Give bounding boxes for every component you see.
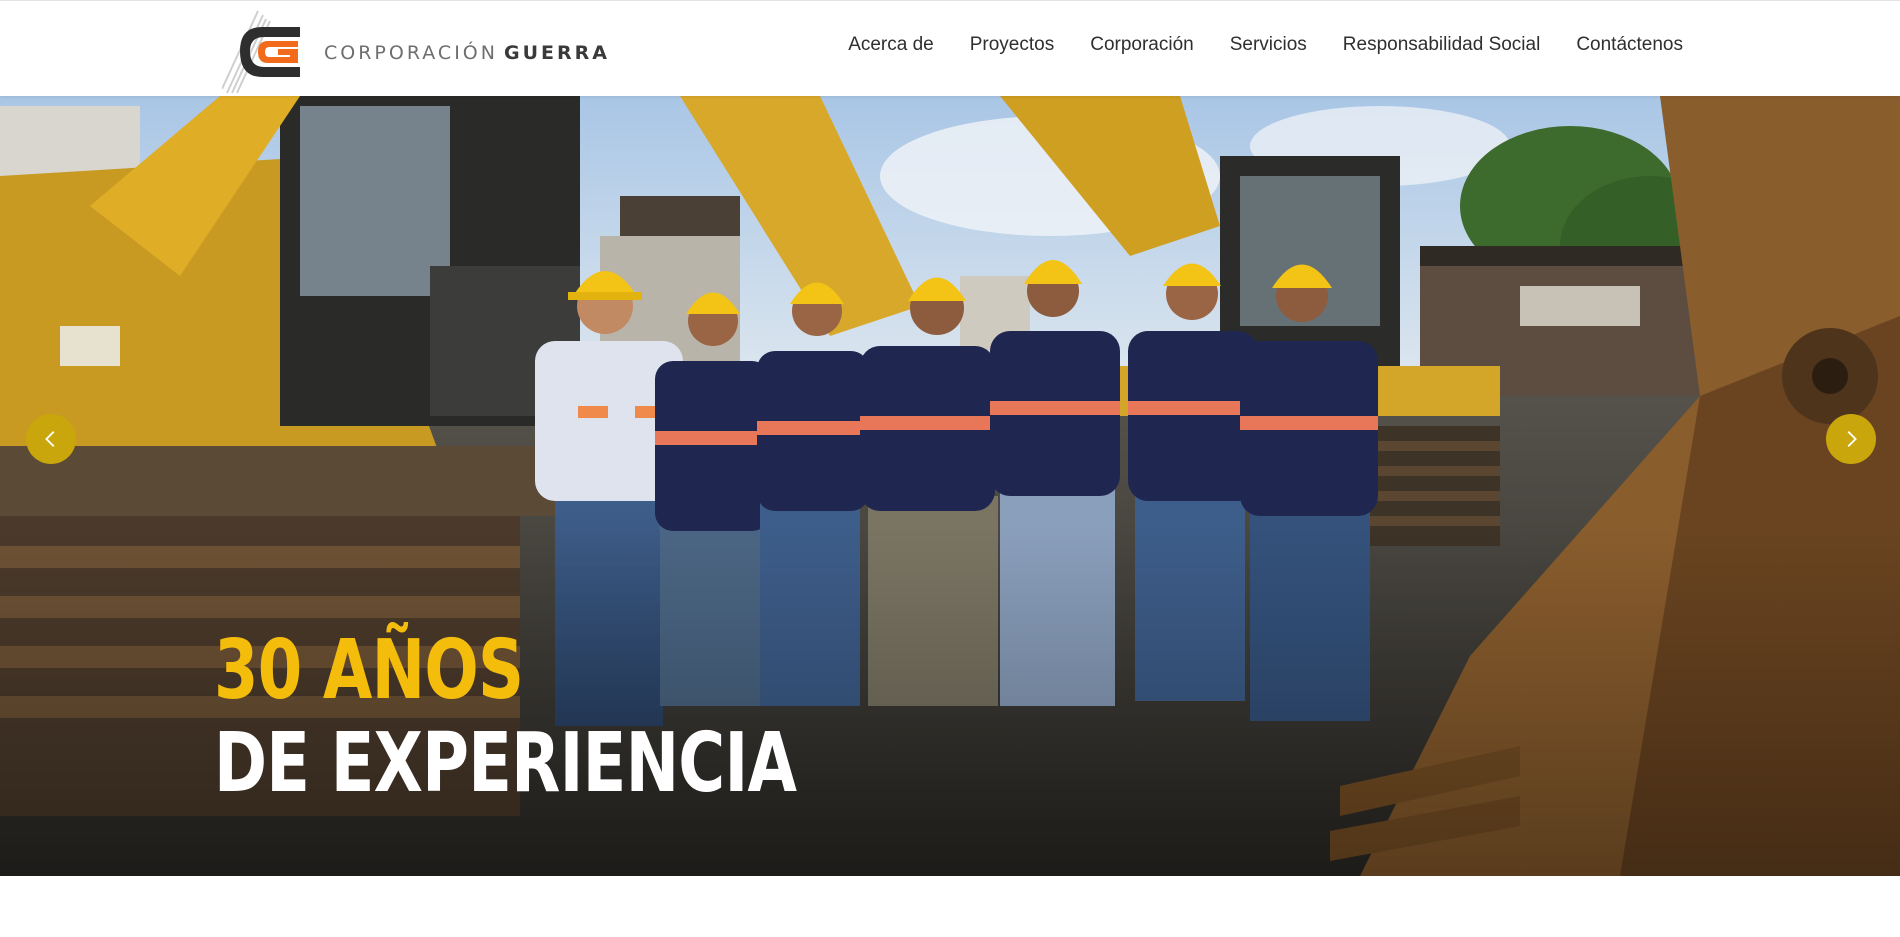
content-area [0,876,1900,937]
main-nav: Acerca de Proyectos Corporación Servicio… [812,1,1683,89]
brand-name: CORPORACIÓN GUERRA [324,38,610,64]
brand-logo-link[interactable]: CORPORACIÓN GUERRA [221,7,610,95]
nav-item-corporacion[interactable]: Corporación [1090,34,1194,56]
site-header: CORPORACIÓN GUERRA Acerca de Proyectos Co… [0,0,1900,96]
hero-slider: 30 AÑOS DE EXPERIENCIA [0,96,1900,876]
nav-item-contactenos[interactable]: Contáctenos [1576,34,1683,56]
nav-item-responsabilidad-social[interactable]: Responsabilidad Social [1343,34,1541,56]
hero-caption: 30 AÑOS DE EXPERIENCIA [214,626,960,812]
cg-logo-icon [221,7,318,95]
slider-prev-button[interactable] [26,414,76,464]
brand-name-bold: GUERRA [503,42,610,64]
hero-headline-experience: DE EXPERIENCIA [214,716,797,811]
nav-item-acerca-de[interactable]: Acerca de [848,34,934,56]
chevron-right-icon [1847,431,1857,447]
nav-item-servicios[interactable]: Servicios [1230,34,1307,56]
chevron-left-icon [45,431,55,447]
slider-next-button[interactable] [1826,414,1876,464]
brand-name-light: CORPORACIÓN [324,42,498,64]
nav-item-proyectos[interactable]: Proyectos [970,34,1054,56]
hero-headline-years: 30 AÑOS [214,623,524,718]
